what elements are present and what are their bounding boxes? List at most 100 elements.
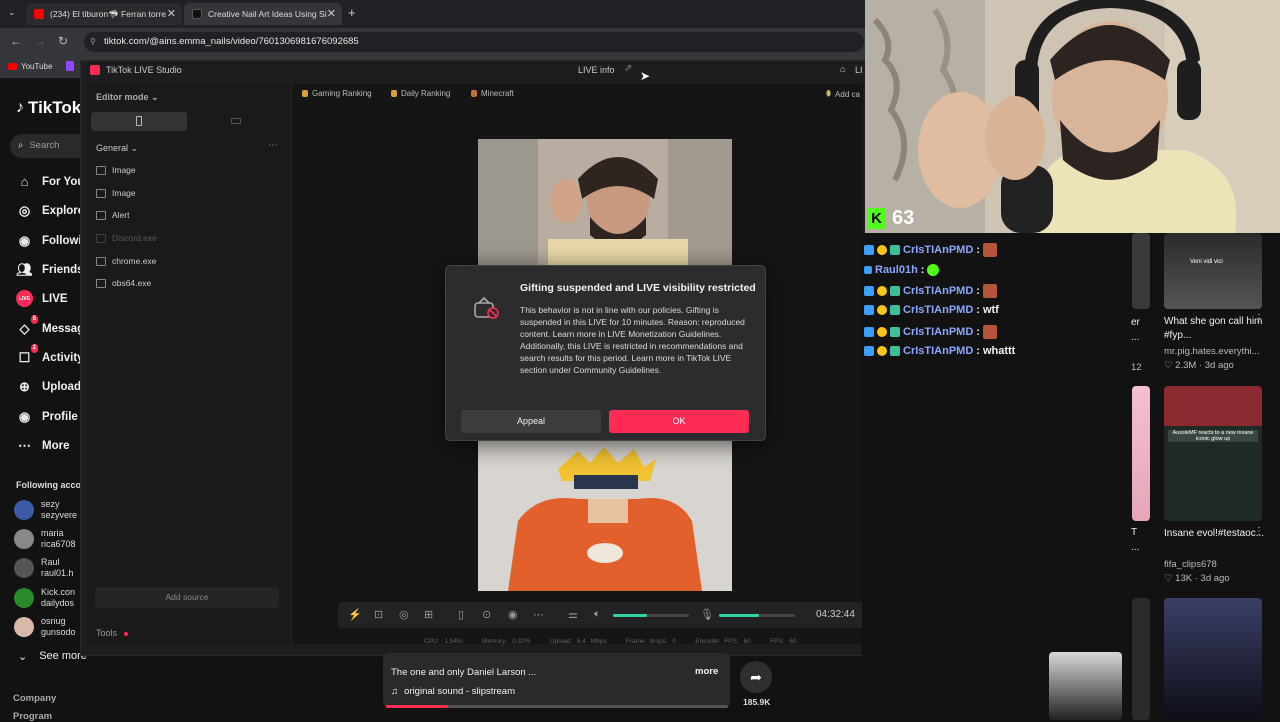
speaker-icon[interactable]: 🔈︎ (594, 608, 601, 621)
site-info-icon[interactable]: ⚲ (90, 32, 96, 52)
nav-item-more[interactable]: ⋯ More (16, 437, 69, 454)
daily-ranking-chip[interactable]: Daily Ranking (391, 89, 450, 98)
video-thumb-1[interactable]: Veni vidi vici (1164, 233, 1262, 309)
tiktok-logo[interactable]: ♪ TikTok (16, 98, 81, 118)
nav-item-explore[interactable]: ◎ Explore (16, 202, 84, 219)
source-item[interactable]: Image (96, 165, 136, 175)
volume-slider[interactable] (613, 614, 689, 617)
mic-slider[interactable] (719, 614, 795, 617)
following-accounts-header: Following acco (16, 480, 82, 490)
close-tab-icon[interactable]: ✕ (167, 7, 176, 20)
source-item[interactable]: Alert (96, 210, 129, 220)
magic-wand-icon[interactable]: ⚡ (348, 608, 362, 621)
forward-icon[interactable]: → (34, 34, 46, 48)
nav-item-live[interactable]: LIVE LIVE (16, 290, 68, 307)
close-tab-icon[interactable]: ✕ (327, 7, 336, 20)
reload-icon[interactable]: ↻ (58, 34, 68, 48)
source-item[interactable]: obs64.exe (96, 278, 151, 288)
video-thumb-4[interactable] (1164, 598, 1262, 720)
account-name: Kick.con (41, 587, 76, 597)
nav-item-activity[interactable]: ☐ 2 Activity (16, 344, 84, 366)
more-icon[interactable]: ⋯ (533, 608, 544, 621)
footer-program[interactable]: Program (13, 711, 52, 722)
phone-preview-icon[interactable]: ▯ (458, 608, 464, 621)
player-progress-bar[interactable] (386, 705, 728, 708)
back-icon[interactable]: ← (10, 34, 22, 48)
video-title[interactable]: Insane evol!#testaoc... (1164, 527, 1268, 541)
avatar (14, 500, 34, 520)
image-icon (96, 188, 106, 198)
add-category-chip[interactable]: ⬮ Add ca (826, 89, 860, 99)
video-more-icon[interactable]: ⋮ (1254, 526, 1264, 537)
share-icon[interactable]: ⇗ (624, 63, 632, 74)
emote-icon (982, 243, 997, 257)
minecraft-chip[interactable]: Minecraft (471, 89, 514, 98)
share-button[interactable]: ➦ (740, 661, 772, 693)
search-box[interactable]: ⌕ Search (10, 134, 82, 158)
share-arrow-icon: ➦ (750, 669, 762, 685)
source-item[interactable]: Discord.exe (96, 233, 157, 243)
subscriber-badge-icon (890, 286, 900, 296)
tab-list-button[interactable]: ⌄ (8, 7, 16, 18)
live-info-label[interactable]: LIVE info (578, 65, 615, 75)
editor-mode-dropdown[interactable]: Editor mode ⌄ (96, 92, 159, 103)
browser-tab-tiktok[interactable]: Creative Nail Art Ideas Using Si ✕ (184, 3, 342, 25)
right-tab-clipped[interactable]: LI (855, 65, 863, 75)
video-more-icon[interactable]: ⋮ (1254, 313, 1264, 324)
bookmark-youtube[interactable]: YouTube (8, 62, 52, 71)
layout-icon[interactable]: ⊡ (374, 608, 383, 621)
video-author[interactable]: fifa_clips678 (1164, 559, 1217, 570)
nav-item-for-you[interactable]: ⌂ For You (16, 173, 85, 190)
portrait-mode-toggle[interactable] (91, 112, 187, 131)
add-widget-icon[interactable]: ⊞ (424, 608, 433, 621)
nav-item-profile[interactable]: ◉ Profile (16, 408, 78, 425)
following-account[interactable]: osnug gunsodo (14, 616, 76, 638)
video-title[interactable]: What she gon call him #fyp... (1164, 315, 1268, 343)
new-tab-button[interactable]: + (348, 5, 356, 20)
bookmark-purple-icon[interactable] (66, 61, 74, 71)
sound-link[interactable]: ♫ original sound - slipstream (391, 686, 515, 697)
record-icon[interactable]: ⊙ (482, 608, 491, 621)
appeal-button[interactable]: Appeal (461, 410, 601, 433)
video-thumb-partial-3[interactable] (1132, 598, 1150, 720)
address-bar[interactable]: ⚲ tiktok.com/@ains.emma_nails/video/7601… (84, 32, 864, 52)
more-options-icon[interactable]: ⋯ (268, 140, 278, 151)
message-icon: ◇ 5 (19, 315, 38, 336)
memory-stat: Memory: 0.32% (482, 638, 531, 645)
upload-stat: Upload: 5.4 Mbps (549, 638, 607, 645)
see-more-button[interactable]: ⌄ See more (18, 650, 87, 663)
chat-username: CrIsTIAnPMD (903, 285, 974, 297)
tools-section[interactable]: Tools (96, 628, 128, 638)
avatar (14, 558, 34, 578)
gaming-ranking-chip[interactable]: Gaming Ranking (302, 89, 372, 98)
effects-icon[interactable]: ◎ (399, 608, 409, 621)
camera-icon[interactable]: ◉ (508, 608, 518, 621)
ok-button[interactable]: OK (609, 410, 749, 433)
source-item[interactable]: Image (96, 188, 136, 198)
footer-company[interactable]: Company (13, 693, 56, 704)
following-account[interactable]: Raul raul01.h (14, 557, 74, 579)
tiktok-favicon-icon (192, 9, 202, 19)
home-icon[interactable]: ⌂ (840, 64, 845, 74)
video-author[interactable]: mr.pig.hates.everythi... (1164, 346, 1260, 357)
video-thumb-partial-1[interactable] (1132, 233, 1150, 309)
account-names: Kick.con dailydos (41, 587, 75, 609)
caption-more-button[interactable]: more (695, 666, 718, 677)
video-thumb-partial-2[interactable] (1132, 386, 1150, 521)
following-account[interactable]: Kick.con dailydos (14, 587, 75, 609)
fps-stat: FPS: 60 (770, 638, 797, 645)
following-account[interactable]: maria rica6708 (14, 528, 76, 550)
browser-tab-youtube[interactable]: (234) El tiburon🦈 Ferran torre ✕ (26, 3, 182, 25)
source-item[interactable]: chrome.exe (96, 256, 156, 266)
nav-item-upload[interactable]: ⊕ Upload (16, 378, 81, 395)
add-source-button[interactable]: Add source (95, 587, 279, 608)
microphone-icon[interactable]: 🎙︎ (700, 608, 714, 621)
landscape-mode-toggle[interactable] (188, 112, 285, 131)
video-thumb-2[interactable]: AussieMF reacts to a new insane iconic g… (1164, 386, 1262, 521)
nav-item-friends[interactable]: 👥︎ Friends (16, 261, 83, 278)
general-scene-dropdown[interactable]: General ⌄ (96, 143, 138, 154)
mixer-settings-icon[interactable]: ⚌ (568, 608, 578, 621)
video-thumb-3[interactable] (1049, 652, 1122, 720)
following-account[interactable]: sezy sezyvere (14, 499, 77, 521)
profile-icon: ◉ (18, 408, 31, 424)
